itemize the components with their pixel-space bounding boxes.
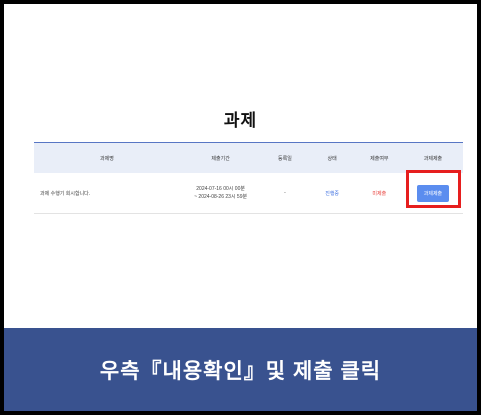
assignment-table: 과제명 제출기간 등록일 상태 제출여부 과제제출 과제 수행기 회시합니다. … — [34, 142, 463, 214]
column-header-period: 제출기간 — [211, 155, 230, 162]
column-header-submitted: 제출여부 — [370, 155, 389, 162]
column-header-action: 과제제출 — [423, 155, 443, 162]
table-body: 과제 수행기 회시합니다. 2024-07-16 00시 00분 ~ 2024-… — [34, 173, 463, 214]
assignment-table-container: 과제명 제출기간 등록일 상태 제출여부 과제제출 과제 수행기 회시합니다. … — [34, 142, 463, 214]
column-header-status: 상태 — [327, 155, 337, 162]
period-end: ~ 2024-08-26 23시 59분 — [194, 194, 248, 200]
status-badge: 진행중 — [325, 190, 340, 197]
caption-text: 우측『내용확인』및 제출 클릭 — [99, 359, 382, 383]
highlight-box — [406, 170, 461, 208]
page-title: 과제 — [223, 111, 258, 130]
column-header-registered: 등록일 — [278, 155, 292, 162]
submission-status: 미제출 — [372, 190, 387, 197]
caption-bar: 우측『내용확인』및 제출 클릭 — [4, 328, 477, 411]
table-header: 과제명 제출기간 등록일 상태 제출여부 과제제출 — [34, 142, 463, 173]
registered-date: - — [284, 190, 286, 196]
table-row: 과제 수행기 회시합니다. 2024-07-16 00시 00분 ~ 2024-… — [34, 173, 463, 214]
submission-period: 2024-07-16 00시 00분 ~ 2024-08-26 23시 59분 — [180, 173, 262, 214]
period-start: 2024-07-16 00시 00분 — [196, 186, 245, 192]
table-header-row: 과제명 제출기간 등록일 상태 제출여부 과제제출 — [34, 142, 463, 173]
assignment-name: 과제 수행기 회시합니다. — [40, 190, 91, 197]
screenshot-frame: 과제 과제명 제출기간 등록일 상태 제출여부 과제제출 과제 수행기 회시합니… — [0, 0, 481, 415]
column-header-name: 과제명 — [100, 155, 114, 162]
